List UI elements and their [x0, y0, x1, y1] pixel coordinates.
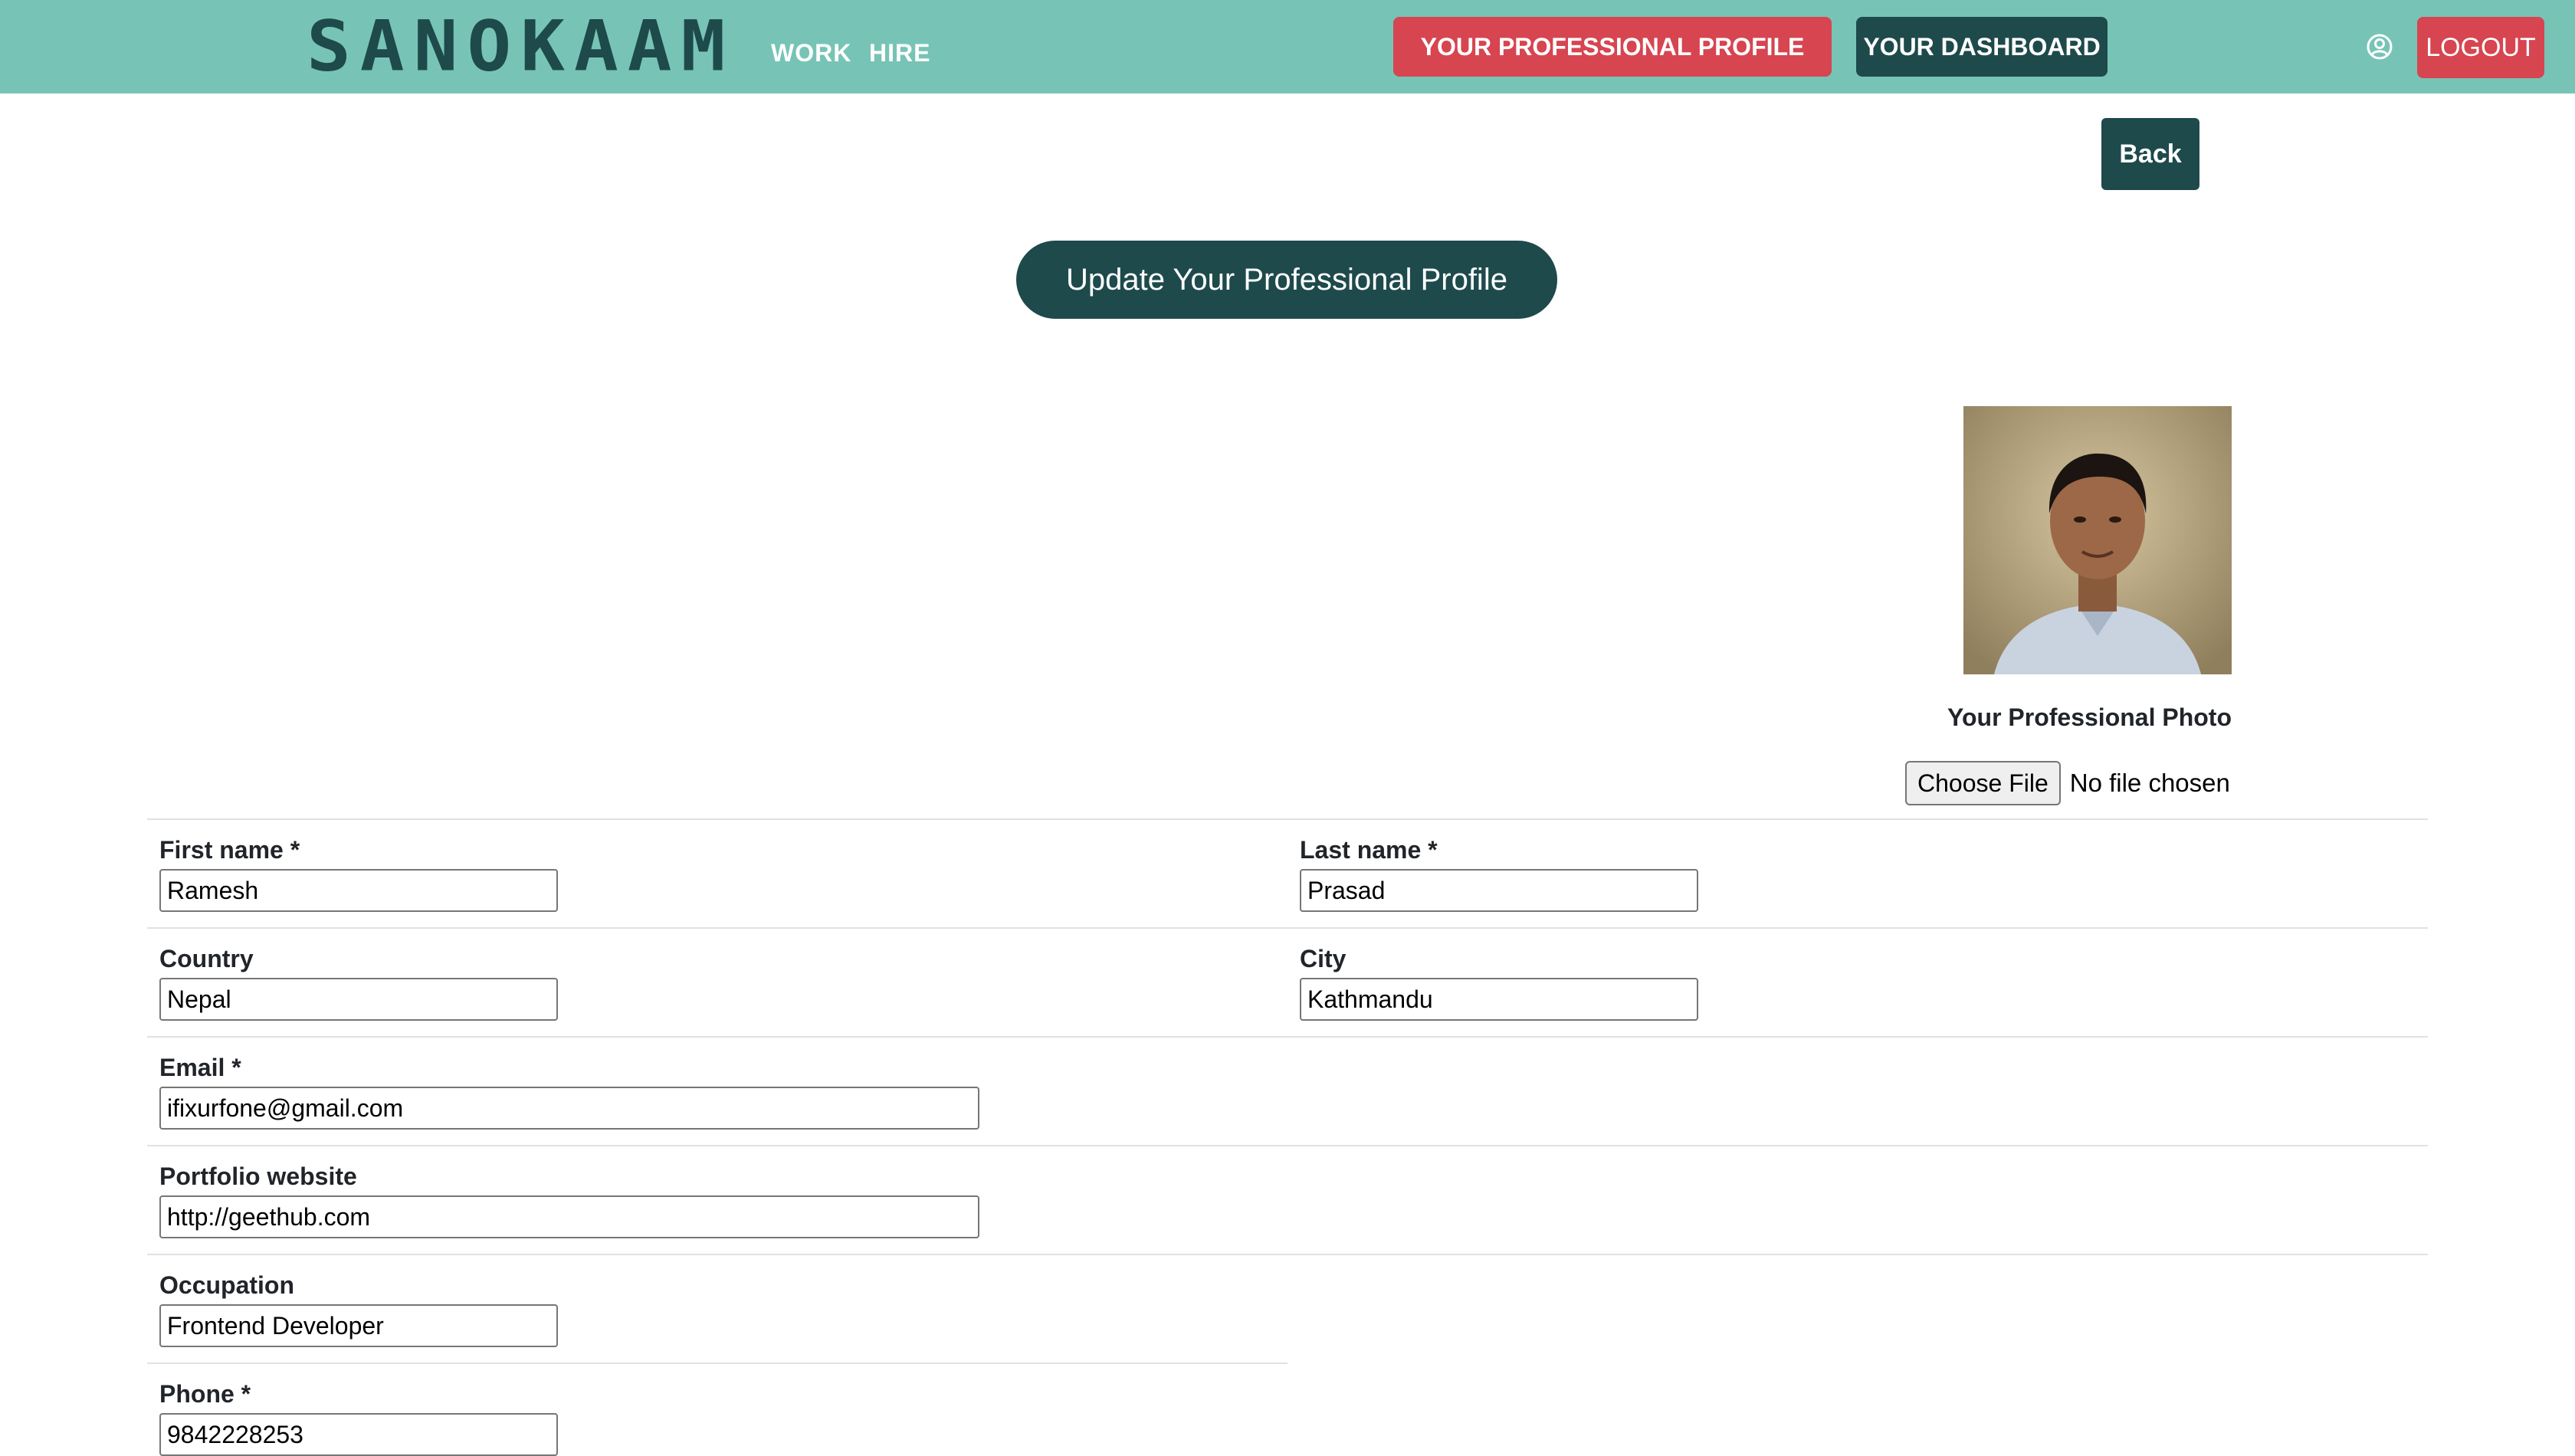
phone-label: Phone * [159, 1380, 251, 1408]
photo-caption: Your Professional Photo [1947, 703, 2232, 731]
occupation-input[interactable]: Frontend Developer [159, 1304, 558, 1347]
nav-link-work[interactable]: WORK [771, 38, 851, 67]
portfolio-website-input[interactable]: http://geethub.com [159, 1195, 979, 1238]
last-name-label: Last name * [1300, 836, 1438, 864]
email-input[interactable]: ifixurfone@gmail.com [159, 1087, 979, 1130]
portfolio-website-label: Portfolio website [159, 1163, 357, 1190]
logout-button[interactable]: LOGOUT [2417, 17, 2544, 78]
divider [147, 818, 2428, 820]
email-label: Email * [159, 1054, 241, 1081]
occupation-label: Occupation [159, 1271, 295, 1299]
last-name-input[interactable]: Prasad [1300, 869, 1698, 912]
your-dashboard-button[interactable]: YOUR DASHBOARD [1856, 17, 2108, 77]
file-status: No file chosen [2069, 769, 2230, 797]
divider [147, 1145, 2428, 1146]
divider [147, 1036, 2428, 1038]
phone-input[interactable]: 9842228253 [159, 1413, 558, 1456]
country-input[interactable]: Nepal [159, 978, 558, 1021]
professional-photo [1963, 406, 2232, 674]
back-button[interactable]: Back [2101, 118, 2199, 190]
country-label: Country [159, 945, 254, 972]
your-professional-profile-button[interactable]: YOUR PROFESSIONAL PROFILE [1393, 17, 1832, 77]
divider [147, 927, 2428, 929]
choose-file-button[interactable]: Choose File [1905, 761, 2061, 805]
city-input[interactable]: Kathmandu [1300, 978, 1698, 1021]
nav-link-hire[interactable]: HIRE [869, 38, 930, 67]
user-circle-icon[interactable] [2367, 34, 2393, 60]
update-profile-button[interactable]: Update Your Professional Profile [1016, 241, 1557, 319]
file-input: Choose File No file chosen [1905, 760, 2230, 806]
divider [147, 1363, 1288, 1364]
divider [147, 1254, 2428, 1255]
city-label: City [1300, 945, 1347, 972]
top-navbar: SANOKAAM WORK HIRE YOUR PROFESSIONAL PRO… [0, 0, 2575, 93]
brand-logo[interactable]: SANOKAAM [307, 11, 734, 80]
first-name-input[interactable]: Ramesh [159, 869, 558, 912]
first-name-label: First name * [159, 836, 300, 864]
